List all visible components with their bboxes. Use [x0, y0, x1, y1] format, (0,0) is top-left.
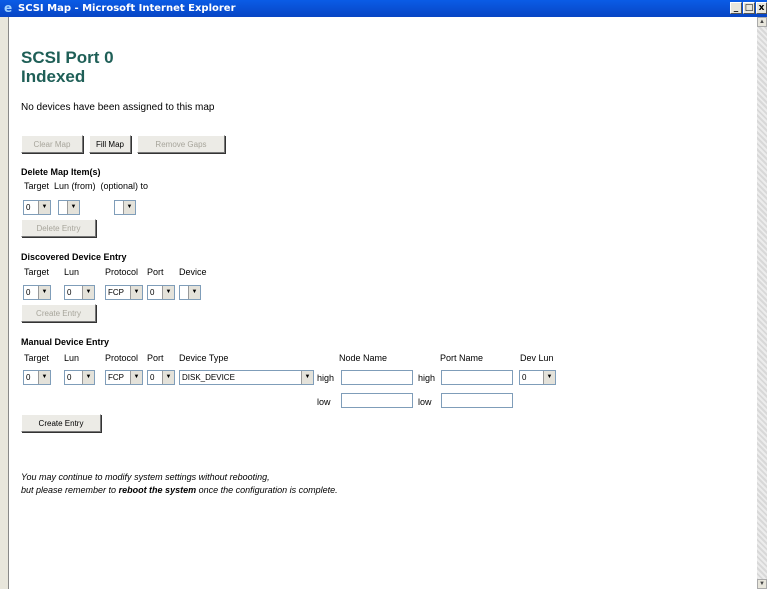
chevron-down-icon: ▼	[38, 201, 50, 214]
vertical-scrollbar[interactable]: ▲ ▼	[757, 17, 767, 589]
manual-protocol-select[interactable]: FCP ▼	[105, 370, 143, 385]
fill-map-button[interactable]: Fill Map	[89, 135, 131, 153]
chevron-down-icon: ▼	[38, 286, 50, 299]
discovered-device-heading: Discovered Device Entry	[21, 252, 127, 262]
manual-port-select[interactable]: 0 ▼	[147, 370, 175, 385]
clear-map-button[interactable]: Clear Map	[21, 135, 83, 153]
port-name-header: Port Name	[440, 353, 484, 363]
discovered-target-select[interactable]: 0 ▼	[23, 285, 51, 300]
manual-create-entry-button[interactable]: Create Entry	[21, 414, 101, 432]
delete-entry-button[interactable]: Delete Entry	[21, 219, 96, 237]
node-name-low-label: low	[317, 397, 331, 407]
discovered-target-header: Target	[24, 267, 50, 277]
device-type-select[interactable]: DISK_DEVICE ▼	[179, 370, 314, 385]
discovered-port-select[interactable]: 0 ▼	[147, 285, 175, 300]
delete-map-item-headers: Target Lun (from) (optional) to	[24, 181, 149, 191]
port-name-low-label: low	[418, 397, 432, 407]
page-title: SCSI Port 0	[21, 48, 114, 67]
delete-map-item-heading: Delete Map Item(s)	[21, 167, 101, 177]
maximize-button[interactable]: □	[743, 2, 755, 14]
delete-lun-to-select[interactable]: ▼	[114, 200, 136, 215]
manual-target-select[interactable]: 0 ▼	[23, 370, 51, 385]
dev-lun-select[interactable]: 0 ▼	[519, 370, 556, 385]
reboot-emphasis: reboot the system	[118, 485, 197, 495]
chevron-down-icon: ▼	[67, 201, 79, 214]
port-name-high-input[interactable]	[441, 370, 513, 385]
chevron-down-icon: ▼	[543, 371, 555, 384]
chevron-down-icon: ▼	[82, 371, 94, 384]
internet-explorer-icon: e	[4, 1, 13, 15]
chevron-down-icon: ▼	[130, 286, 142, 299]
scroll-up-icon[interactable]: ▲	[757, 17, 767, 27]
close-button[interactable]: x	[756, 2, 767, 14]
status-message: No devices have been assigned to this ma…	[21, 102, 215, 113]
footer-note-line1: You may continue to modify system settin…	[21, 472, 270, 482]
scroll-down-icon[interactable]: ▼	[757, 579, 767, 589]
discovered-create-entry-button[interactable]: Create Entry	[21, 304, 96, 322]
manual-lun-header: Lun	[64, 353, 80, 363]
chevron-down-icon: ▼	[162, 371, 174, 384]
chevron-down-icon: ▼	[162, 286, 174, 299]
chevron-down-icon: ▼	[188, 286, 200, 299]
discovered-port-header: Port	[147, 267, 164, 277]
node-name-high-label: high	[317, 373, 335, 383]
manual-lun-select[interactable]: 0 ▼	[64, 370, 95, 385]
delete-target-select[interactable]: 0 ▼	[23, 200, 51, 215]
remove-gaps-button[interactable]: Remove Gaps	[137, 135, 225, 153]
dev-lun-header: Dev Lun	[520, 353, 554, 363]
node-name-low-input[interactable]	[341, 393, 413, 408]
discovered-protocol-select[interactable]: FCP ▼	[105, 285, 143, 300]
chevron-down-icon: ▼	[82, 286, 94, 299]
manual-device-type-header: Device Type	[179, 353, 229, 363]
window-title: SCSI Map - Microsoft Internet Explorer	[18, 3, 236, 14]
port-name-high-label: high	[418, 373, 436, 383]
manual-device-heading: Manual Device Entry	[21, 337, 110, 347]
minimize-button[interactable]: _	[730, 2, 742, 14]
chevron-down-icon: ▼	[123, 201, 135, 214]
chevron-down-icon: ▼	[38, 371, 50, 384]
page-subtitle: Indexed	[21, 67, 86, 86]
node-name-high-input[interactable]	[341, 370, 413, 385]
manual-protocol-header: Protocol	[105, 353, 139, 363]
window-frame-left	[0, 17, 9, 589]
footer-note-line2: but please remember to reboot the system…	[21, 485, 338, 495]
chevron-down-icon: ▼	[130, 371, 142, 384]
manual-port-header: Port	[147, 353, 164, 363]
node-name-header: Node Name	[339, 353, 388, 363]
manual-target-header: Target	[24, 353, 50, 363]
discovered-device-select[interactable]: ▼	[179, 285, 201, 300]
discovered-protocol-header: Protocol	[105, 267, 139, 277]
chevron-down-icon: ▼	[301, 371, 313, 384]
delete-lun-from-select[interactable]: ▼	[58, 200, 80, 215]
window-titlebar: e SCSI Map - Microsoft Internet Explorer…	[0, 0, 767, 17]
discovered-lun-header: Lun	[64, 267, 80, 277]
discovered-device-header: Device	[179, 267, 207, 277]
discovered-lun-select[interactable]: 0 ▼	[64, 285, 95, 300]
port-name-low-input[interactable]	[441, 393, 513, 408]
